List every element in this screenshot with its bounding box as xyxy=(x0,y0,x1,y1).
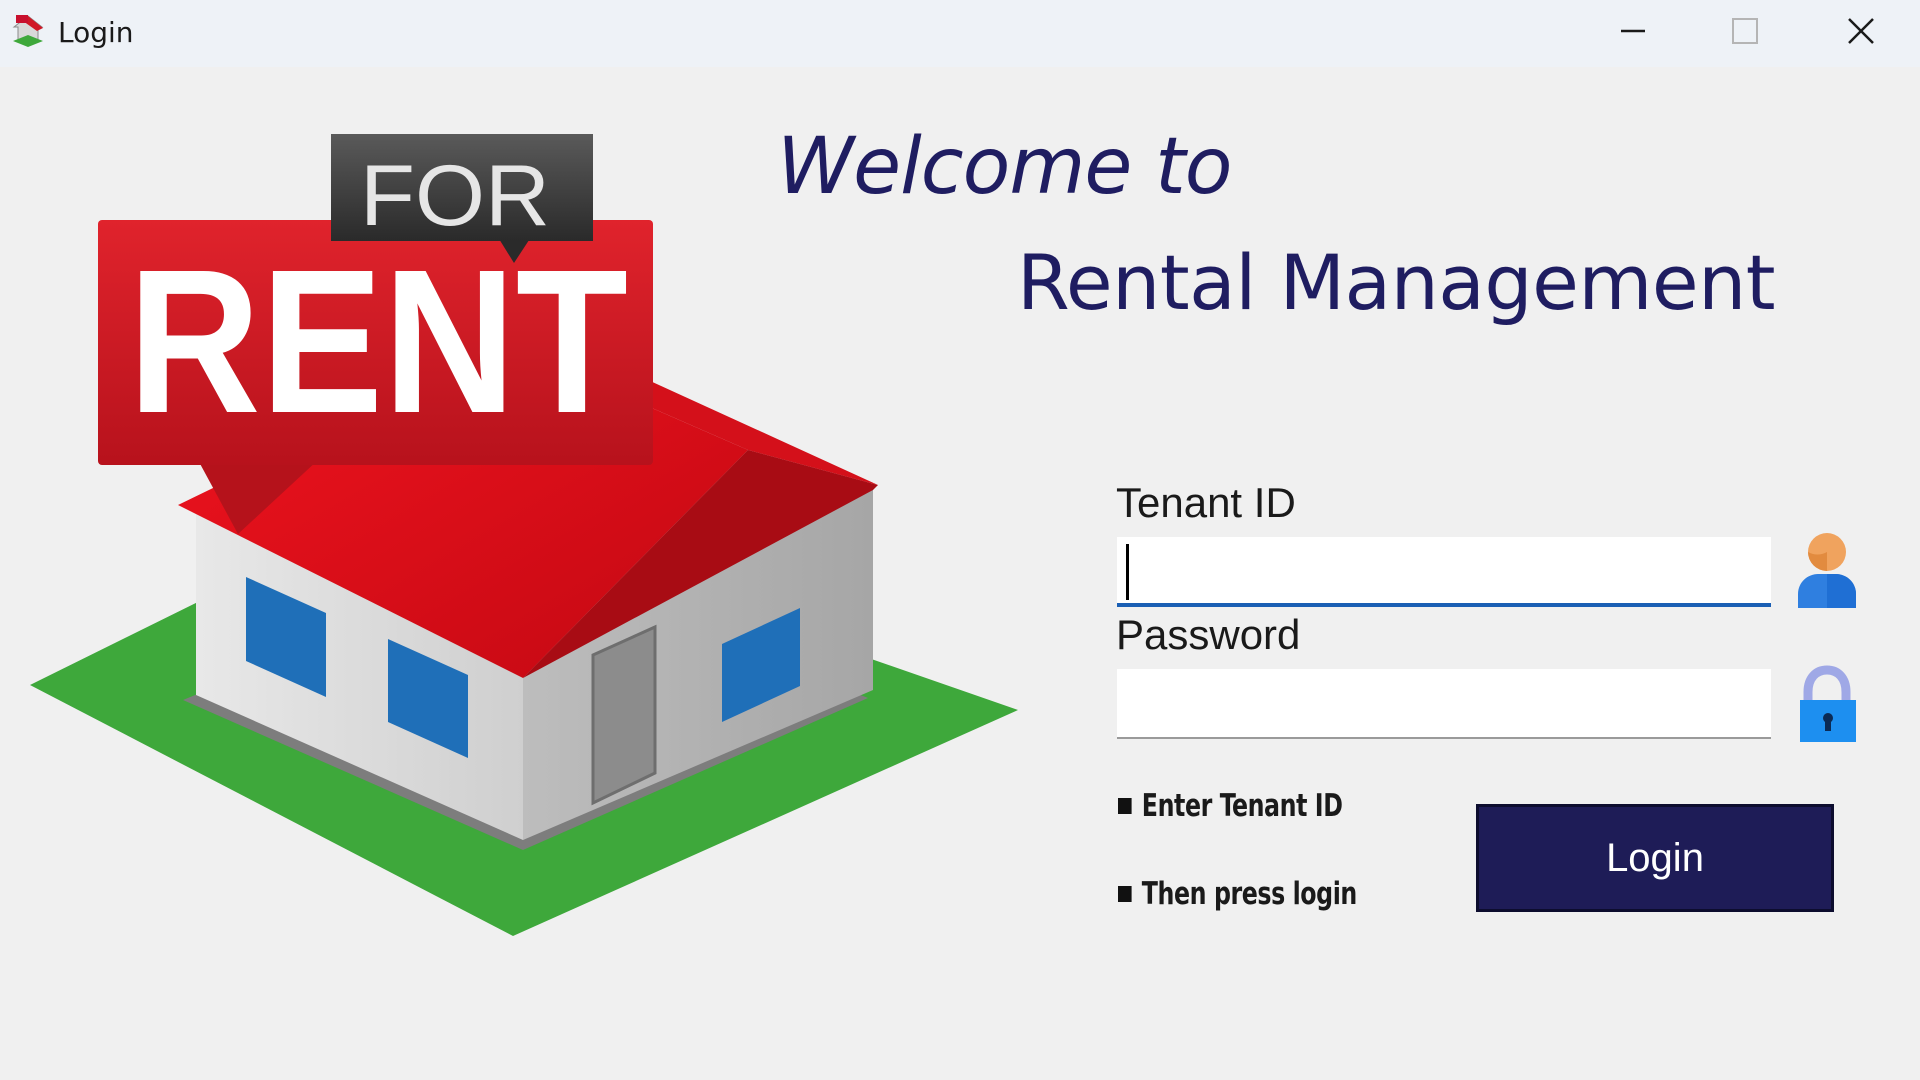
close-button[interactable] xyxy=(1806,0,1916,62)
window-title: Login xyxy=(58,16,134,49)
tenant-id-label: Tenant ID xyxy=(1116,479,1296,526)
hint-item: Then press login xyxy=(1118,876,1357,912)
password-label: Password xyxy=(1116,611,1301,658)
login-window: Login RENT FOR Welcome to Rental Managem… xyxy=(0,0,1920,1080)
rent-sign-text: RENT xyxy=(128,227,628,456)
hint-item: Enter Tenant ID xyxy=(1118,788,1343,824)
minimize-button[interactable] xyxy=(1578,0,1688,62)
bullet-icon xyxy=(1118,797,1132,814)
close-icon xyxy=(1848,18,1874,44)
hint-text: Enter Tenant ID xyxy=(1141,788,1343,824)
password-input[interactable] xyxy=(1117,669,1771,739)
text-caret xyxy=(1126,544,1129,600)
app-name-heading: Rental Management xyxy=(1017,238,1776,327)
hint-text: Then press login xyxy=(1141,876,1358,912)
title-bar[interactable]: Login xyxy=(0,0,1920,67)
for-tag-text: FOR xyxy=(360,148,550,244)
maximize-button[interactable] xyxy=(1690,0,1800,62)
bullet-icon xyxy=(1118,885,1132,902)
maximize-icon xyxy=(1732,18,1758,44)
for-rent-house-illustration: RENT FOR xyxy=(30,134,1018,936)
lock-icon xyxy=(1800,665,1856,742)
welcome-heading: Welcome to xyxy=(777,122,1232,212)
app-house-icon xyxy=(12,15,44,47)
minimize-icon xyxy=(1621,29,1645,33)
login-button[interactable]: Login xyxy=(1476,804,1834,912)
tenant-id-input[interactable] xyxy=(1117,537,1771,607)
house-door xyxy=(591,624,657,806)
user-icon xyxy=(1798,533,1856,608)
